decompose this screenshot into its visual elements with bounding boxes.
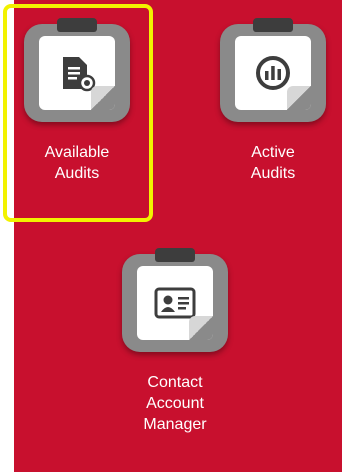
- tile-label: Active Audits: [250, 144, 296, 182]
- chart-circle-icon: [235, 36, 311, 110]
- tile-available-audits[interactable]: Available Audits: [24, 18, 130, 184]
- contact-card-icon: [137, 266, 213, 340]
- clipboard-graphic: [24, 18, 130, 122]
- clipboard-graphic: [122, 248, 228, 352]
- tile-active-audits[interactable]: Active Audits: [220, 18, 326, 184]
- clipboard-graphic: [220, 18, 326, 122]
- document-audit-icon: [39, 36, 115, 110]
- tile-contact-account-manager[interactable]: Contact Account Manager: [122, 248, 228, 435]
- tile-label: Available Audits: [44, 144, 110, 182]
- tile-label: Contact Account Manager: [143, 374, 207, 433]
